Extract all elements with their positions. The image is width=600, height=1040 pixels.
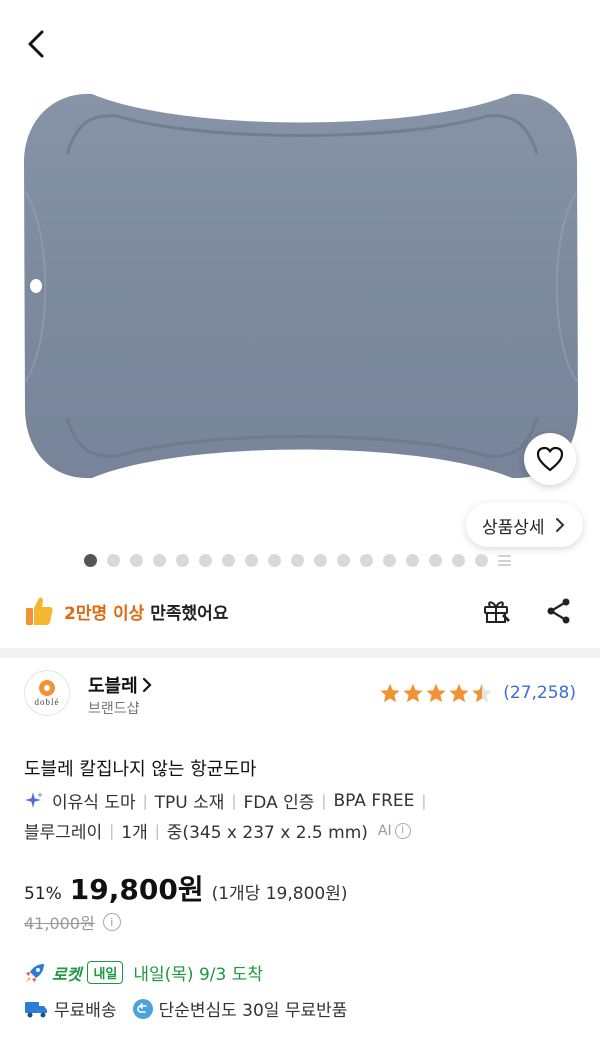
pagination-dot[interactable] [199, 554, 212, 567]
arrival-date: 내일(목) 9/3 도착 [133, 965, 264, 985]
pagination-dot[interactable] [268, 554, 281, 567]
gift-icon [484, 601, 510, 623]
chevron-right-icon [142, 677, 152, 693]
pagination-dot[interactable] [222, 554, 235, 567]
pagination-dot[interactable] [153, 554, 166, 567]
price-info-icon[interactable]: i [102, 913, 121, 931]
spec-item: 중(345 x 237 x 2.5 mm) [166, 823, 368, 843]
spec-item: 이유식 도마 [52, 793, 136, 813]
spec-item: 블루그레이 [24, 823, 103, 843]
product-title: 도블레 칼집나지 않는 항균도마 [24, 759, 257, 780]
pagination-dot[interactable] [337, 554, 350, 567]
brand-logo-text: doblé [34, 696, 60, 707]
product-detail-label: 상품상세 [482, 517, 545, 538]
back-button[interactable] [18, 26, 54, 62]
pagination-dot[interactable] [176, 554, 189, 567]
info-icon: i [394, 822, 411, 839]
shipping-info-row: 무료배송 단순변심도 30일 무료반품 [24, 996, 347, 1021]
return-icon [132, 998, 153, 1019]
pagination-dot[interactable] [383, 554, 396, 567]
brand-logo-mark [39, 679, 55, 696]
spec-item: BPA FREE [333, 790, 415, 811]
pagination-dot[interactable] [130, 554, 143, 567]
pagination-dot[interactable] [245, 554, 258, 567]
pagination-dot[interactable] [291, 554, 304, 567]
brand-name: 도블레 [88, 676, 138, 697]
brand-logo[interactable]: doblé [24, 670, 70, 716]
price-row: 51% 19,800원 (1개당 19,800원) [24, 868, 348, 908]
thumbs-up-icon [26, 597, 53, 625]
satisfaction-highlight: 2만명 이상 [64, 603, 145, 624]
brand-shop-link[interactable]: 도블레 [88, 672, 152, 698]
chevron-left-icon [28, 30, 44, 58]
brand-subtitle: 브랜드샵 [88, 701, 140, 717]
spec-item: 1개 [121, 823, 148, 843]
star-half-icon [472, 683, 492, 703]
spec-item: TPU 소재 [154, 793, 225, 813]
pagination-dot[interactable] [314, 554, 327, 567]
unit-price: (1개당 19,800원) [211, 884, 348, 904]
rocket-label: 로켓 [52, 964, 82, 984]
free-return: 단순변심도 30일 무료반품 [158, 1001, 348, 1021]
pagination-dot[interactable] [107, 554, 120, 567]
pagination-dot[interactable] [360, 554, 373, 567]
pagination-dot[interactable] [475, 554, 488, 567]
spec-line-2: 블루그레이 | 1개 | 중(345 x 237 x 2.5 mm) AI i [24, 818, 411, 843]
original-price: 41,000원 [24, 914, 95, 933]
rocket-icon [26, 963, 44, 982]
free-shipping: 무료배송 [54, 1001, 117, 1021]
rating-summary[interactable]: (27,258) [379, 682, 576, 704]
ai-label: AI [377, 822, 392, 839]
truck-icon [25, 1001, 47, 1017]
satisfaction-banner: 2만명 이상 만족했어요 [24, 592, 228, 630]
share-icon [547, 598, 570, 624]
tomorrow-badge: 내일 [87, 961, 124, 984]
satisfaction-text: 2만명 이상 만족했어요 [64, 599, 228, 624]
heart-icon [536, 446, 564, 472]
gallery-more-icon[interactable] [498, 554, 511, 567]
chevron-right-icon [555, 518, 564, 532]
pagination-dot[interactable] [452, 554, 465, 567]
discount-rate: 51% [24, 884, 62, 904]
rating-stars [379, 682, 493, 704]
wishlist-button[interactable] [524, 433, 576, 485]
pagination-dot[interactable] [429, 554, 442, 567]
spec-item: FDA 인증 [243, 793, 315, 813]
gallery-pagination[interactable] [84, 554, 511, 567]
ai-summary-tag[interactable]: AI i [377, 822, 411, 839]
original-price-row: 41,000원 i [24, 910, 121, 934]
sale-price: 19,800원 [69, 873, 204, 906]
satisfaction-rest: 만족했어요 [150, 603, 229, 624]
gift-button[interactable] [480, 594, 514, 628]
sparkle-icon [25, 791, 43, 808]
star-full-icon [426, 683, 446, 703]
star-full-icon [449, 683, 469, 703]
section-divider [0, 648, 600, 658]
product-detail-button[interactable]: 상품상세 [466, 503, 583, 547]
review-count[interactable]: (27,258) [503, 683, 576, 703]
share-button[interactable] [542, 594, 576, 628]
spec-line-1: 이유식 도마 | TPU 소재 | FDA 인증 | BPA FREE | [24, 788, 433, 813]
star-full-icon [403, 683, 423, 703]
product-image-gallery[interactable]: 상품상세 [0, 0, 600, 585]
brand-row: doblé 도블레 브랜드샵 (27,258) [24, 670, 576, 720]
pagination-dot[interactable] [406, 554, 419, 567]
pagination-dot[interactable] [84, 554, 97, 567]
star-full-icon [380, 683, 400, 703]
rocket-delivery-row: 로켓 내일 내일(목) 9/3 도착 [24, 960, 263, 985]
cutting-board-image [24, 93, 578, 479]
